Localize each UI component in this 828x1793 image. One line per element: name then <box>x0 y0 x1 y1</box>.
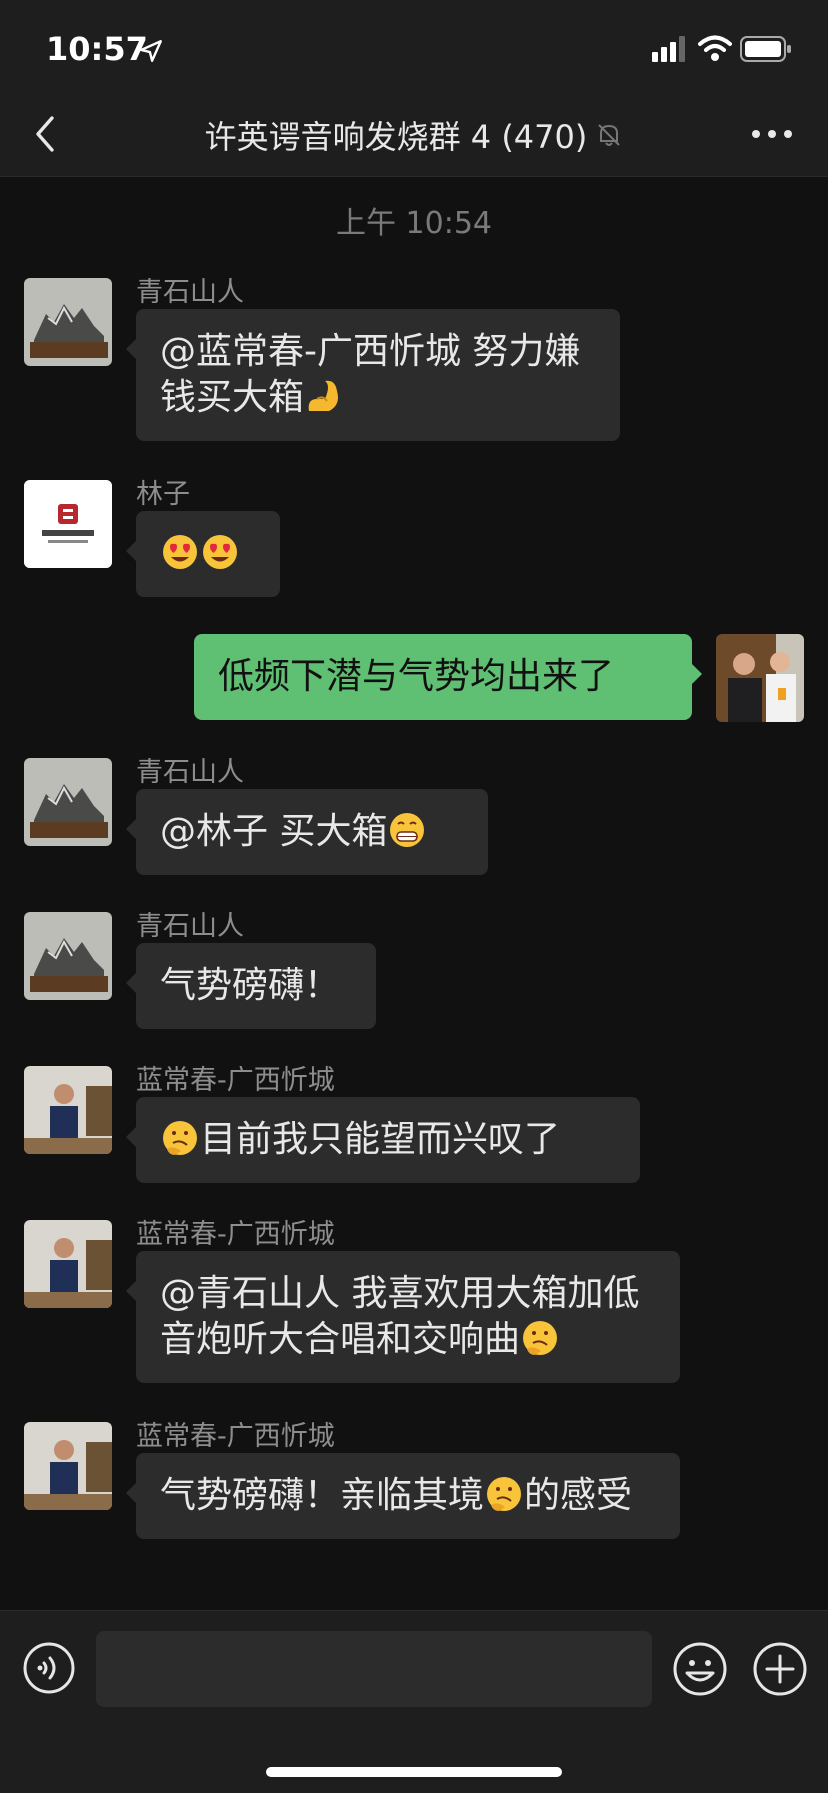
timestamp: 上午 10:54 <box>336 206 492 241</box>
wifi-icon <box>698 35 732 61</box>
emoji-picker-icon[interactable] <box>672 1641 728 1697</box>
home-indicator <box>266 1767 562 1777</box>
avatar[interactable] <box>24 1422 112 1510</box>
my-message-bubble[interactable]: 低频下潜与气势均出来了 <box>194 634 702 720</box>
message-text: 的感受 <box>524 1475 633 1516</box>
message-text: 低频下潜与气势均出来了 <box>218 656 615 697</box>
avatar[interactable] <box>24 480 112 568</box>
message-text: @林子 买大箱 <box>160 811 388 852</box>
my-avatar[interactable] <box>716 634 804 722</box>
message-bubble[interactable] <box>126 511 280 597</box>
message-text: 气势磅礴！亲临其境 <box>160 1475 485 1516</box>
status-time: 10:57 <box>46 30 148 68</box>
message-bubble[interactable]: 气势磅礴！ <box>126 943 376 1029</box>
mute-bell-icon <box>598 124 621 146</box>
sender-name: 蓝常春-广西忻城 <box>136 1219 335 1250</box>
avatar[interactable] <box>24 1066 112 1154</box>
nav-bar: 许英谔音响发烧群 4 (470) <box>0 92 828 177</box>
sender-name: 青石山人 <box>136 277 244 308</box>
heart-eyes-emoji-icon <box>163 535 197 569</box>
more-options-icon[interactable] <box>750 122 794 146</box>
message-text: @蓝常春-广西忻城 努力嫌钱买大箱 <box>160 331 581 418</box>
thinking-emoji-icon <box>523 1321 558 1355</box>
message-bubble[interactable]: @青石山人 我喜欢用大箱加低音炮听大合唱和交响曲 <box>126 1251 680 1383</box>
message-input[interactable] <box>96 1631 652 1707</box>
avatar[interactable] <box>24 278 112 366</box>
voice-input-icon[interactable] <box>22 1641 76 1695</box>
message-bubble[interactable]: @蓝常春-广西忻城 努力嫌钱买大箱 <box>126 309 620 441</box>
status-bar: 10:57 <box>0 0 828 92</box>
heart-eyes-emoji-icon <box>203 535 237 569</box>
message-bubble[interactable]: 气势磅礴！亲临其境 的感受 <box>126 1453 680 1539</box>
sender-name: 青石山人 <box>136 757 244 788</box>
message-text: 气势磅礴！ <box>160 965 341 1006</box>
avatar[interactable] <box>24 912 112 1000</box>
thinking-emoji-icon <box>487 1477 522 1511</box>
message-bubble[interactable]: @林子 买大箱 <box>126 789 488 875</box>
input-bar <box>0 1610 828 1793</box>
location-arrow-icon <box>140 40 162 62</box>
grimacing-emoji-icon <box>390 813 425 847</box>
chat-title: 许英谔音响发烧群 4 (470) <box>204 118 588 156</box>
sender-name: 青石山人 <box>136 911 244 942</box>
sender-name: 蓝常春-广西忻城 <box>136 1065 335 1096</box>
thinking-emoji-icon <box>163 1121 197 1155</box>
battery-icon <box>740 36 791 62</box>
add-more-icon[interactable] <box>752 1641 808 1697</box>
message-text: @青石山人 我喜欢用大箱加低音炮听大合唱和交响曲 <box>160 1273 640 1360</box>
sender-name: 蓝常春-广西忻城 <box>136 1421 335 1452</box>
cellular-signal-icon <box>652 36 685 62</box>
flexed-biceps-icon <box>308 380 339 411</box>
message-text: 目前我只能望而兴叹了 <box>200 1119 561 1160</box>
avatar[interactable] <box>24 1220 112 1308</box>
sender-name: 林子 <box>136 479 190 510</box>
chat-title-bar: 许英谔音响发烧群 4 (470) <box>0 112 828 158</box>
avatar[interactable] <box>24 758 112 846</box>
message-bubble[interactable]: 目前我只能望而兴叹了 <box>126 1097 640 1183</box>
